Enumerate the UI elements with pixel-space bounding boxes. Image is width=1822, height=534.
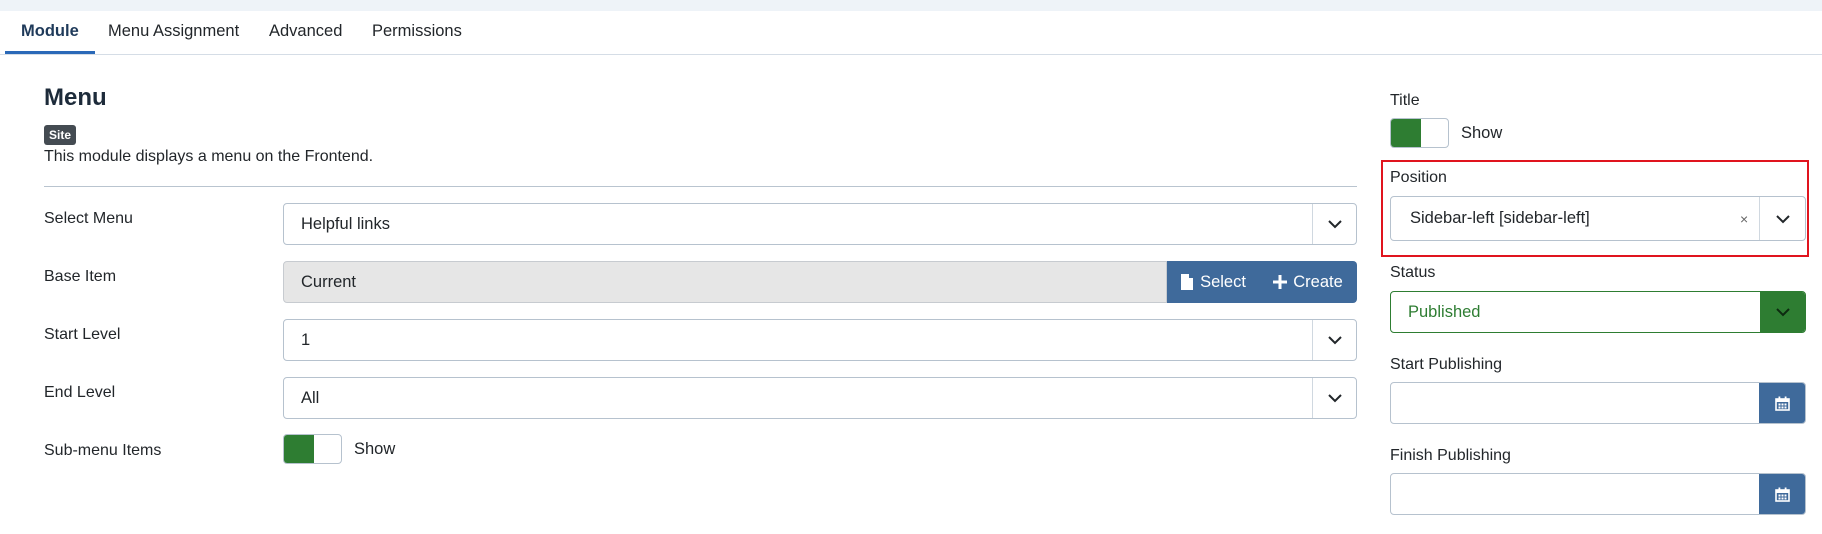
end-level-value: All xyxy=(301,389,320,407)
module-title: Menu xyxy=(44,84,107,111)
start-publishing-field[interactable] xyxy=(1390,382,1806,424)
calendar-icon[interactable] xyxy=(1759,474,1805,514)
create-button[interactable]: Create xyxy=(1259,261,1357,303)
tab-advanced[interactable]: Advanced xyxy=(253,11,358,54)
plus-icon xyxy=(1273,275,1288,289)
top-strip xyxy=(0,0,1822,11)
create-button-label: Create xyxy=(1293,272,1343,291)
file-icon xyxy=(1181,274,1194,290)
finish-publishing-field[interactable] xyxy=(1390,473,1806,515)
start-level-label: Start Level xyxy=(44,326,121,343)
status-value: Published xyxy=(1408,303,1481,321)
toggle-on-indicator xyxy=(1391,119,1421,147)
submenu-items-toggle-text: Show xyxy=(354,440,396,458)
end-level-dropdown[interactable]: All xyxy=(283,377,1357,419)
select-menu-dropdown[interactable]: Helpful links xyxy=(283,203,1357,245)
base-item-value: Current xyxy=(301,273,357,291)
tab-permissions[interactable]: Permissions xyxy=(356,11,478,54)
chevron-down-icon xyxy=(1760,292,1805,332)
calendar-icon[interactable] xyxy=(1759,383,1805,423)
close-icon[interactable]: × xyxy=(1740,197,1748,242)
position-value: Sidebar-left [sidebar-left] xyxy=(1410,209,1590,227)
position-label: Position xyxy=(1390,169,1447,186)
toggle-on-indicator xyxy=(284,435,314,463)
select-button[interactable]: Select xyxy=(1167,261,1259,303)
start-publishing-label: Start Publishing xyxy=(1390,356,1503,373)
end-level-label: End Level xyxy=(44,384,116,401)
module-description: This module displays a menu on the Front… xyxy=(44,148,374,165)
chevron-down-icon xyxy=(1312,320,1356,360)
start-level-value: 1 xyxy=(301,331,311,349)
submenu-items-label: Sub-menu Items xyxy=(44,442,162,459)
chevron-down-icon xyxy=(1312,204,1356,244)
start-level-dropdown[interactable]: 1 xyxy=(283,319,1357,361)
status-label: Status xyxy=(1390,264,1436,281)
title-toggle[interactable] xyxy=(1390,118,1449,148)
tab-menu-assignment[interactable]: Menu Assignment xyxy=(92,11,255,54)
select-button-label: Select xyxy=(1200,272,1246,291)
divider xyxy=(44,186,1357,187)
base-item-field: Current xyxy=(283,261,1167,303)
base-item-label: Base Item xyxy=(44,268,117,285)
tab-module[interactable]: Module xyxy=(5,11,95,54)
title-label: Title xyxy=(1390,92,1420,109)
tab-bar: Module Menu Assignment Advanced Permissi… xyxy=(0,11,1822,55)
finish-publishing-label: Finish Publishing xyxy=(1390,447,1511,464)
select-menu-value: Helpful links xyxy=(301,215,390,233)
site-badge: Site xyxy=(44,125,77,145)
title-toggle-text: Show xyxy=(1461,124,1503,142)
position-select[interactable]: Sidebar-left [sidebar-left] × xyxy=(1390,196,1806,241)
chevron-down-icon xyxy=(1312,378,1356,418)
chevron-down-icon xyxy=(1759,197,1805,240)
submenu-items-toggle[interactable] xyxy=(283,434,342,464)
status-dropdown[interactable]: Published xyxy=(1390,291,1806,333)
select-menu-label: Select Menu xyxy=(44,210,133,227)
